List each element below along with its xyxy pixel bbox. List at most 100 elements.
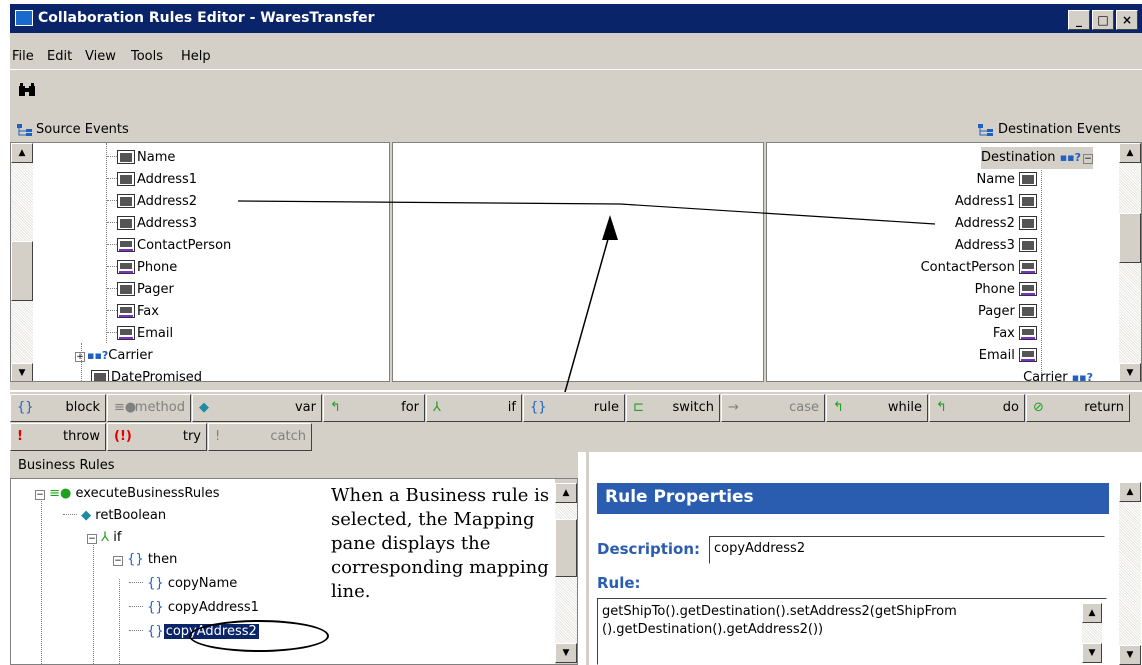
- menu-edit[interactable]: Edit: [47, 49, 72, 64]
- if-icon: ⅄: [101, 530, 110, 545]
- var-button[interactable]: ◆ var: [192, 394, 322, 422]
- maximize-button[interactable]: □: [1092, 10, 1114, 30]
- destination-scrollbar[interactable]: ▲ ▼: [1119, 143, 1141, 381]
- menu-tools[interactable]: Tools: [131, 49, 163, 64]
- find-icon[interactable]: [18, 82, 36, 102]
- destination-node[interactable]: Address1: [955, 191, 1039, 213]
- field-icon: [91, 369, 109, 381]
- catch-button[interactable]: ! catch: [208, 423, 312, 451]
- menu-view[interactable]: View: [85, 49, 116, 64]
- rule-button[interactable]: {} rule: [523, 394, 625, 422]
- scroll-up-icon[interactable]: ▲: [1119, 143, 1141, 163]
- scroll-down-icon[interactable]: ▼: [555, 643, 577, 663]
- field-icon: [117, 303, 135, 318]
- scroll-up-icon[interactable]: ▲: [1082, 603, 1102, 623]
- source-node[interactable]: Pager: [107, 279, 174, 301]
- rule-node[interactable]: {} copyAddress1: [129, 597, 259, 619]
- rule-node[interactable]: − {} then: [113, 549, 177, 571]
- toolbar: [10, 69, 1142, 119]
- scroll-thumb[interactable]: [11, 241, 33, 301]
- block-icon: {}: [147, 624, 164, 639]
- title-bar: Collaboration Rules Editor - WaresTransf…: [0, 0, 1142, 33]
- mapping-canvas[interactable]: [392, 142, 764, 382]
- destination-events-tree[interactable]: Destination ▪▪? − Name Address1 Address2 …: [766, 142, 1142, 382]
- scroll-down-icon[interactable]: ▼: [11, 363, 33, 381]
- destination-node[interactable]: Address2: [955, 213, 1039, 235]
- do-button[interactable]: ↰ do: [929, 394, 1025, 422]
- method-button[interactable]: ≡● method: [107, 394, 191, 422]
- source-node[interactable]: Address3: [107, 213, 197, 235]
- field-icon: [1019, 325, 1037, 340]
- field-icon: [1019, 193, 1037, 208]
- scroll-down-icon[interactable]: ▼: [1082, 643, 1102, 663]
- throw-button[interactable]: ! throw: [10, 423, 106, 451]
- source-node[interactable]: Name: [107, 147, 175, 169]
- close-button[interactable]: ×: [1116, 10, 1138, 30]
- field-icon: [1019, 281, 1037, 296]
- case-button[interactable]: → case: [721, 394, 825, 422]
- scroll-up-icon[interactable]: ▲: [1119, 482, 1141, 502]
- source-node[interactable]: DatePromised: [91, 367, 202, 381]
- field-icon: [117, 149, 135, 164]
- source-node-carrier[interactable]: + ▪▪?Carrier: [75, 345, 153, 367]
- source-node[interactable]: Address2: [107, 191, 197, 213]
- rule-text-scrollbar[interactable]: ▲ ▼: [1082, 603, 1102, 663]
- highlight-ellipse: [189, 620, 329, 652]
- destination-node[interactable]: Phone: [975, 279, 1039, 301]
- if-button[interactable]: ⅄ if: [426, 394, 522, 422]
- source-events-header: Source Events: [10, 118, 390, 141]
- destination-node[interactable]: Email: [979, 345, 1039, 367]
- rule-text-area[interactable]: getShipTo().getDestination().setAddress2…: [597, 598, 1107, 665]
- minimize-button[interactable]: _: [1068, 10, 1090, 30]
- return-button[interactable]: ⊘ return: [1026, 394, 1130, 422]
- rule-properties-pane: Rule Properties Description: copyAddress…: [586, 452, 1142, 665]
- destination-node[interactable]: Fax: [993, 323, 1039, 345]
- switch-button[interactable]: ⊏ switch: [626, 394, 720, 422]
- field-icon: [1019, 259, 1037, 274]
- for-button[interactable]: ↰ for: [323, 394, 425, 422]
- source-events-tree[interactable]: ▲ ▼ Name Address1 Address2 Address3 Cont…: [10, 142, 390, 382]
- node-icon: ▪▪?: [87, 349, 109, 362]
- destination-node[interactable]: ContactPerson: [921, 257, 1039, 279]
- try-button[interactable]: (!) try: [107, 423, 207, 451]
- field-icon: [117, 325, 135, 340]
- tree-icon: [17, 124, 32, 136]
- block-button[interactable]: {} block: [10, 394, 106, 422]
- field-icon: [117, 259, 135, 274]
- source-node[interactable]: Email: [107, 323, 173, 345]
- scroll-up-icon[interactable]: ▲: [11, 143, 33, 163]
- field-icon: [1019, 237, 1037, 252]
- window-title: Collaboration Rules Editor - WaresTransf…: [38, 10, 375, 26]
- mapping-area: Source Events ▲ ▼ Name Address1 Address2…: [10, 118, 1142, 390]
- block-icon: {}: [147, 576, 164, 591]
- rule-node[interactable]: − ⅄ if: [87, 527, 121, 549]
- destination-node[interactable]: Carrier ▪▪?: [1023, 367, 1093, 381]
- field-icon: [1019, 171, 1037, 186]
- rule-node[interactable]: {} copyName: [129, 573, 237, 595]
- scroll-down-icon[interactable]: ▼: [1119, 645, 1141, 665]
- rule-node-execute[interactable]: − ≡● executeBusinessRules: [35, 483, 219, 505]
- business-rules-header: Business Rules: [10, 452, 578, 478]
- rule-properties-scrollbar[interactable]: ▲ ▼: [1119, 482, 1141, 665]
- rule-node[interactable]: ◆ retBoolean: [63, 505, 166, 527]
- description-field[interactable]: copyAddress2: [709, 536, 1105, 564]
- menu-help[interactable]: Help: [181, 49, 211, 64]
- menu-file[interactable]: File: [12, 49, 34, 64]
- description-label: Description:: [597, 540, 701, 558]
- destination-node[interactable]: Name: [977, 169, 1040, 191]
- source-scrollbar[interactable]: ▲ ▼: [11, 143, 33, 381]
- scroll-down-icon[interactable]: ▼: [1119, 363, 1141, 381]
- destination-node[interactable]: Destination ▪▪? −: [980, 147, 1093, 169]
- tree-icon: [978, 124, 993, 136]
- source-node[interactable]: Phone: [107, 257, 177, 279]
- source-node[interactable]: Address1: [107, 169, 197, 191]
- field-icon: [117, 237, 135, 252]
- source-node[interactable]: Fax: [107, 301, 159, 323]
- while-button[interactable]: ↰ while: [826, 394, 928, 422]
- source-node[interactable]: ContactPerson: [107, 235, 231, 257]
- destination-node[interactable]: Pager: [978, 301, 1039, 323]
- scroll-thumb[interactable]: [1119, 213, 1141, 263]
- var-icon: ◆: [81, 508, 92, 523]
- field-icon: [117, 171, 135, 186]
- destination-node[interactable]: Address3: [955, 235, 1039, 257]
